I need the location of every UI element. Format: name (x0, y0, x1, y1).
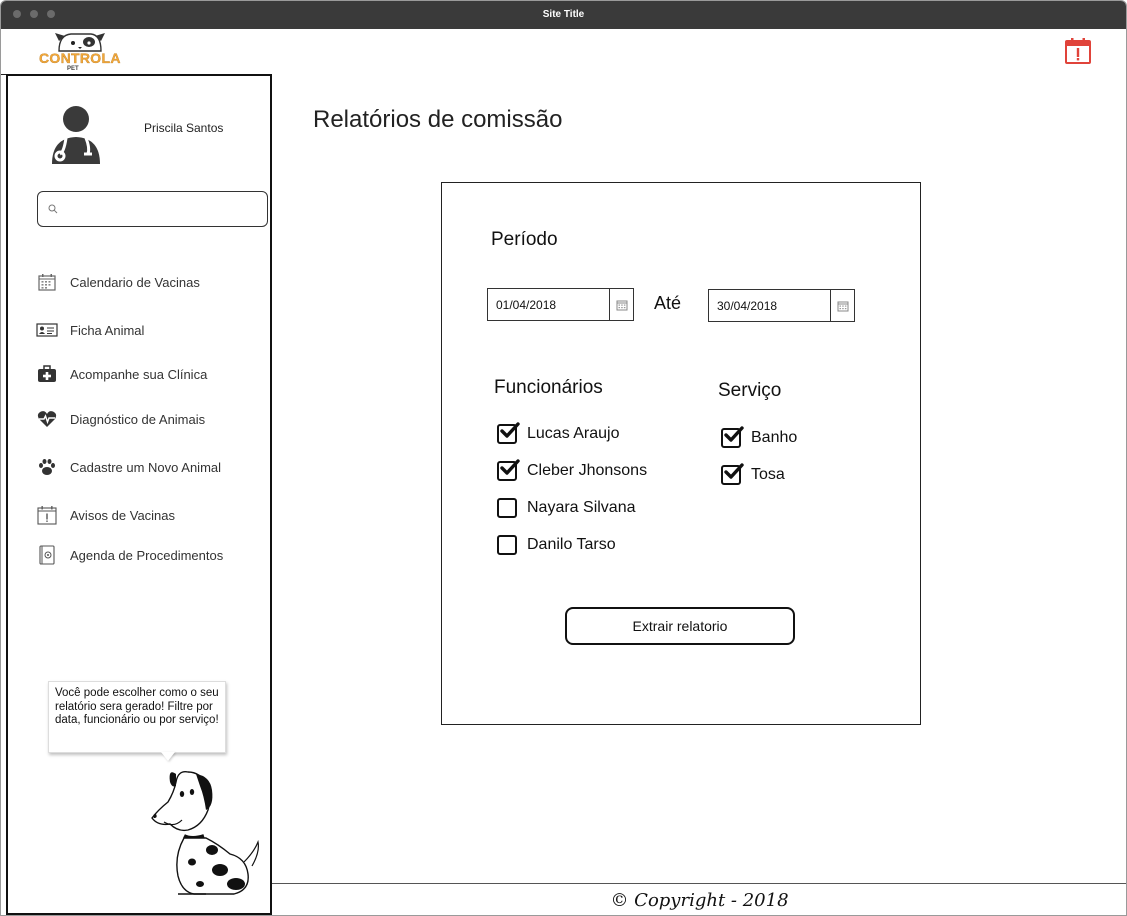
services-label: Serviço (718, 380, 782, 401)
page-title: Relatórios de comissão (313, 106, 563, 133)
sidebar-item-label: Calendario de Vacinas (70, 274, 200, 290)
window-titlebar: Site Title (1, 1, 1126, 29)
extract-report-button[interactable]: Extrair relatorio (565, 607, 795, 645)
tip-text: Você pode escolher como o seu relatório … (55, 687, 219, 726)
heartbeat-icon (36, 409, 58, 429)
checkbox-label: Tosa (751, 466, 785, 483)
sidebar-item-label: Diagnóstico de Animais (70, 411, 206, 427)
sidebar-item-agenda-de-procedimentos[interactable]: Agenda de Procedimentos (36, 545, 223, 565)
agenda-icon (36, 545, 58, 565)
doctor-avatar-icon (48, 104, 104, 166)
date-picker-button[interactable] (830, 290, 854, 321)
checkbox-unchecked[interactable] (497, 535, 517, 555)
sidebar-item-label: Avisos de Vacinas (70, 507, 176, 523)
browser-window: Site Title CONTROLA PET Priscila Santos … (0, 0, 1127, 916)
window-title: Site Title (542, 9, 585, 20)
end-date-field[interactable]: 30/04/2018 (708, 289, 855, 322)
checkbox-unchecked[interactable] (497, 498, 517, 518)
sidebar-item-calendario-de-vacinas[interactable]: Calendario de Vacinas (36, 272, 200, 292)
logo-text: CONTROLA (39, 50, 121, 66)
start-date-field[interactable]: 01/04/2018 (487, 288, 634, 321)
checkmark-icon (724, 463, 744, 479)
checkbox-row[interactable]: Cleber Jhonsons (497, 459, 648, 481)
sidebar-item-acompanhe-sua-clinica[interactable]: Acompanhe sua Clínica (36, 364, 207, 384)
checkmark-icon (500, 459, 520, 475)
start-date-value: 01/04/2018 (496, 298, 557, 312)
checkbox-label: Nayara Silvana (527, 499, 636, 516)
top-bar: CONTROLA PET (1, 29, 1126, 75)
calendar-icon (616, 300, 627, 310)
checkbox-label: Danilo Tarso (527, 536, 616, 553)
checkbox-label: Lucas Araujo (527, 425, 620, 442)
checkbox-row[interactable]: Tosa (721, 463, 785, 485)
id-card-icon (36, 320, 58, 340)
checkbox-checked[interactable] (497, 459, 520, 481)
checkbox-label: Cleber Jhonsons (527, 462, 648, 479)
user-name: Priscila Santos (144, 121, 224, 135)
logo-subtext: PET (67, 66, 79, 72)
date-range-separator: Até (654, 293, 682, 313)
app-logo[interactable]: CONTROLA PET (37, 31, 121, 73)
checkbox-row[interactable]: Banho (721, 426, 798, 448)
search-icon (48, 204, 58, 214)
sidebar-item-avisos-de-vacinas[interactable]: Avisos de Vacinas (36, 505, 175, 525)
checkmark-icon (500, 422, 520, 438)
search-input[interactable] (37, 191, 268, 227)
sidebar-item-diagnostico-de-animais[interactable]: Diagnóstico de Animais (36, 409, 205, 429)
sidebar-item-label: Acompanhe sua Clínica (70, 366, 208, 382)
end-date-value: 30/04/2018 (717, 299, 778, 313)
date-picker-button[interactable] (609, 289, 633, 320)
calendar-alert-icon (36, 505, 58, 525)
sidebar-item-ficha-animal[interactable]: Ficha Animal (36, 320, 144, 340)
calendar-icon (837, 301, 848, 311)
sidebar-item-label: Cadastre um Novo Animal (70, 459, 222, 475)
main-content: Relatórios de comissão Período 01/04/201… (272, 74, 1126, 883)
calendar-alert-icon[interactable] (1064, 37, 1092, 65)
tip-bubble: Você pode escolher como o seu relatório … (48, 681, 226, 761)
paw-icon (36, 457, 58, 477)
medical-bag-icon (36, 364, 58, 384)
checkbox-row[interactable]: Lucas Araujo (497, 422, 620, 444)
checkbox-checked[interactable] (721, 463, 744, 485)
checkbox-checked[interactable] (721, 426, 744, 448)
sidebar-item-label: Ficha Animal (70, 322, 145, 338)
calendar-icon (36, 272, 58, 292)
sidebar-item-label: Agenda de Procedimentos (70, 547, 224, 563)
checkbox-row[interactable]: Danilo Tarso (497, 535, 616, 555)
checkbox-label: Banho (751, 429, 798, 446)
dog-illustration (151, 771, 259, 895)
checkbox-checked[interactable] (497, 422, 520, 444)
tip-bubble-tail (161, 752, 175, 761)
checkbox-row[interactable]: Nayara Silvana (497, 498, 636, 518)
period-label: Período (491, 229, 558, 250)
sidebar-item-cadastre-um-novo-animal[interactable]: Cadastre um Novo Animal (36, 457, 221, 477)
report-filter-card: Período 01/04/2018 Até 30/04/2018 Funcio… (441, 182, 921, 725)
sidebar: Priscila Santos Calendario de Vacinas Fi… (6, 74, 272, 915)
footer-copyright: © Copyright - 2018 (272, 883, 1126, 915)
employees-label: Funcionários (494, 377, 603, 398)
checkmark-icon (724, 426, 744, 442)
